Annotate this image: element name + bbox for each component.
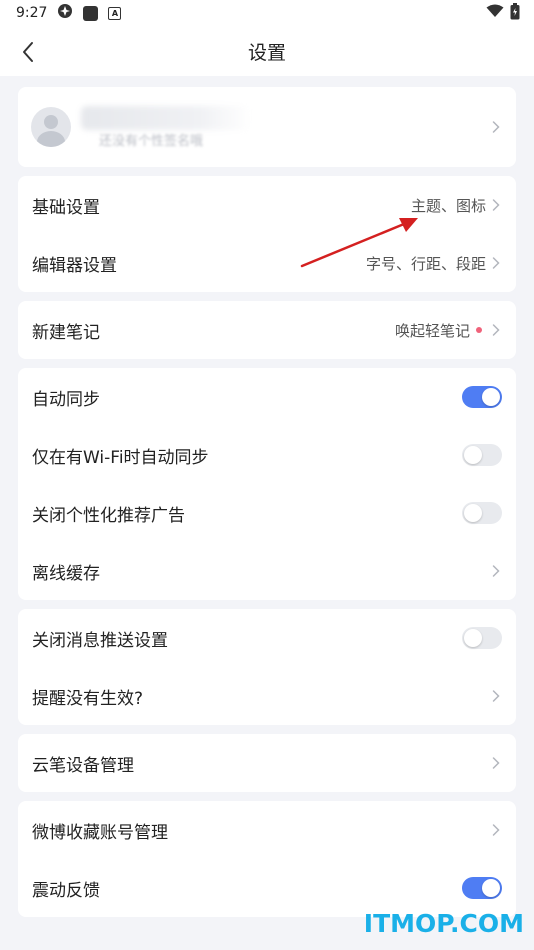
basic-settings-value: 主题、图标 — [410, 196, 486, 215]
auto-sync-toggle[interactable] — [462, 386, 502, 408]
pen-device-label: 云笔设备管理 — [32, 755, 134, 776]
close-ads-toggle[interactable] — [462, 502, 502, 524]
editor-settings-label: 编辑器设置 — [32, 255, 117, 276]
chevron-right-icon — [492, 823, 502, 837]
pen-card: 云笔设备管理 — [18, 734, 516, 792]
close-push-toggle[interactable] — [462, 627, 502, 649]
status-bar: 9:27 A — [0, 0, 534, 26]
close-ads-label: 关闭个性化推荐广告 — [32, 505, 185, 526]
close-push-label: 关闭消息推送设置 — [32, 630, 168, 651]
wifi-only-sync-label: 仅在有Wi-Fi时自动同步 — [32, 447, 209, 468]
profile-card[interactable]: 还没有个性签名哦 — [18, 87, 516, 167]
basic-settings-card: 基础设置 主题、图标 编辑器设置 字号、行距、段距 — [18, 176, 516, 292]
weibo-account-row[interactable]: 微博收藏账号管理 — [18, 801, 516, 859]
watermark: ITMOP.COM — [363, 909, 524, 938]
chevron-right-icon — [492, 756, 502, 770]
editor-settings-row[interactable]: 编辑器设置 字号、行距、段距 — [18, 234, 516, 292]
close-push-row: 关闭消息推送设置 — [18, 609, 516, 667]
header-bar: 设置 — [0, 26, 534, 76]
chevron-right-icon — [492, 323, 502, 337]
a-notification-icon: A — [108, 6, 122, 20]
status-right — [486, 2, 520, 24]
weibo-account-label: 微博收藏账号管理 — [32, 822, 168, 843]
reminder-label: 提醒没有生效? — [32, 688, 144, 709]
status-left: 9:27 A — [16, 3, 122, 23]
avatar — [31, 107, 71, 147]
new-note-row[interactable]: 新建笔记 唤起轻笔记 — [18, 301, 516, 359]
battery-icon — [510, 2, 520, 24]
blurred-username — [81, 106, 251, 130]
offline-cache-row[interactable]: 离线缓存 — [18, 542, 516, 600]
chevron-left-icon — [23, 42, 33, 62]
back-button[interactable] — [14, 38, 42, 66]
profile-row[interactable]: 还没有个性签名哦 — [18, 87, 516, 167]
auto-sync-row: 自动同步 — [18, 368, 516, 426]
basic-settings-row[interactable]: 基础设置 主题、图标 — [18, 176, 516, 234]
profile-text: 还没有个性签名哦 — [81, 102, 492, 152]
reminder-row[interactable]: 提醒没有生效? — [18, 667, 516, 725]
offline-cache-label: 离线缓存 — [32, 563, 100, 584]
misc-card: 微博收藏账号管理 震动反馈 — [18, 801, 516, 917]
profile-signature: 还没有个性签名哦 — [99, 134, 204, 149]
chevron-right-icon — [492, 564, 502, 578]
wifi-only-sync-row: 仅在有Wi-Fi时自动同步 — [18, 426, 516, 484]
settings-content: 还没有个性签名哦 基础设置 主题、图标 编辑器设置 字号、行距、段距 新建笔记 … — [0, 76, 534, 917]
chevron-right-icon — [492, 256, 502, 270]
wifi-only-sync-toggle[interactable] — [462, 444, 502, 466]
status-time: 9:27 — [16, 5, 48, 21]
chevron-right-icon — [492, 689, 502, 703]
push-card: 关闭消息推送设置 提醒没有生效? — [18, 609, 516, 725]
sync-card: 自动同步 仅在有Wi-Fi时自动同步 关闭个性化推荐广告 离线缓存 — [18, 368, 516, 600]
new-note-card: 新建笔记 唤起轻笔记 — [18, 301, 516, 359]
pen-device-row[interactable]: 云笔设备管理 — [18, 734, 516, 792]
basic-settings-label: 基础设置 — [32, 197, 100, 218]
vibration-label: 震动反馈 — [32, 880, 100, 901]
chevron-right-icon — [492, 198, 502, 212]
chevron-right-icon — [492, 120, 502, 134]
page-title: 设置 — [247, 41, 286, 64]
new-note-label: 新建笔记 — [32, 322, 100, 343]
square-notification-icon — [83, 5, 99, 21]
new-note-value: 唤起轻笔记 — [394, 321, 470, 340]
app-notification-icon — [57, 3, 73, 23]
new-badge-dot — [476, 327, 482, 333]
wifi-icon — [486, 4, 504, 22]
editor-settings-value: 字号、行距、段距 — [365, 254, 486, 273]
close-ads-row: 关闭个性化推荐广告 — [18, 484, 516, 542]
vibration-toggle[interactable] — [462, 877, 502, 899]
auto-sync-label: 自动同步 — [32, 389, 100, 410]
